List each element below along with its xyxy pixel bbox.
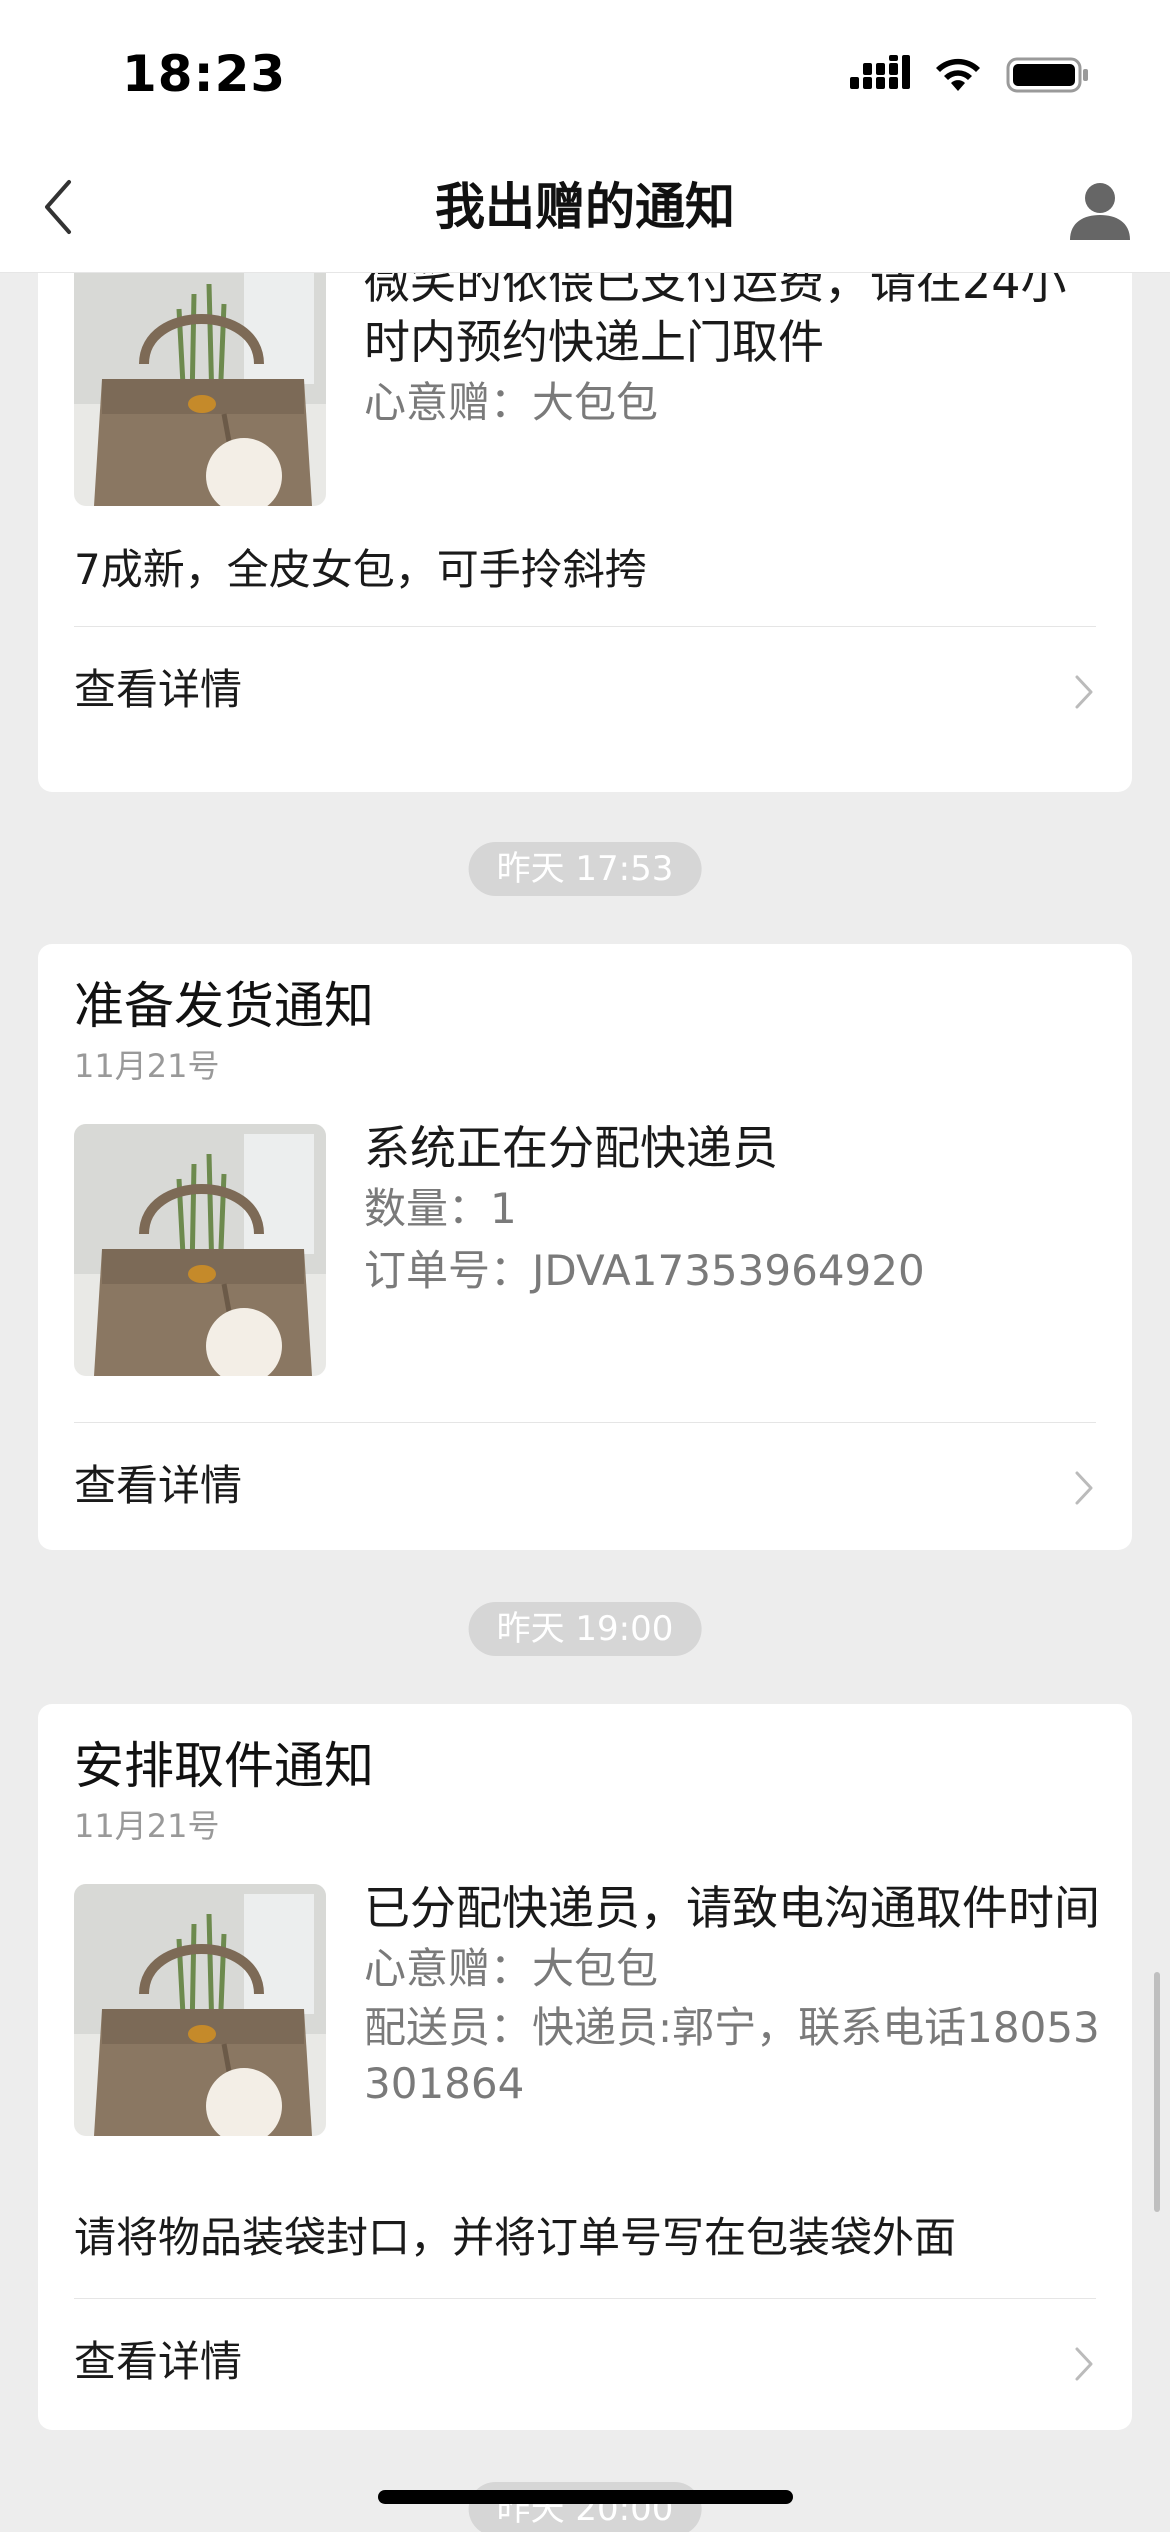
page-title: 我出赠的通知 [435, 178, 735, 236]
view-details-label: 查看详情 [74, 1461, 243, 1510]
nav-bar: 我出赠的通知 [0, 150, 1170, 273]
view-details-label: 查看详情 [74, 665, 243, 714]
status-bar: 18:23 [0, 0, 1170, 150]
profile-button[interactable] [1060, 170, 1140, 250]
info-sub-quantity: 数量：1 [364, 1184, 517, 1233]
home-indicator[interactable] [378, 2490, 793, 2504]
chevron-right-icon [1075, 1471, 1093, 1505]
card-date: 11月21号 [74, 1047, 220, 1085]
card-date: 11月21号 [74, 1807, 220, 1845]
divider [74, 626, 1096, 627]
notification-card: 安排取件通知 11月21号 已分配快递员，请致电沟通取件时间 心意赠：大包包 配… [38, 1704, 1132, 2430]
info-sub-order-number: 订单号：JDVA17353964920 [364, 1246, 925, 1295]
card-info: 已分配快递员，请致电沟通取件时间 心意赠：大包包 配送员：快递员:郭宁，联系电话… [364, 1878, 1104, 2112]
chevron-right-icon [1075, 675, 1093, 709]
card-description: 7成新，全皮女包，可手拎斜挎 [74, 545, 647, 594]
status-icons [850, 55, 1090, 95]
info-main: 微笑的依偎已支付运费，请在24小时内预约快递上门取件 [364, 272, 1067, 369]
view-details-button[interactable]: 查看详情 [74, 1438, 1096, 1538]
card-title: 准备发货通知 [74, 977, 374, 1035]
signal-icon [850, 55, 910, 89]
person-icon [1070, 183, 1130, 240]
handbag-photo [74, 272, 326, 506]
info-sub: 心意赠：大包包 [364, 378, 659, 427]
wifi-icon [936, 58, 980, 91]
info-main: 已分配快递员，请致电沟通取件时间 [364, 1881, 1100, 1935]
notification-card: 微笑的依偎已支付运费，请在24小时内预约快递上门取件 心意赠：大包包 7成新，全… [38, 272, 1132, 792]
status-time: 18:23 [122, 45, 287, 103]
card-info: 微笑的依偎已支付运费，请在24小时内预约快递上门取件 心意赠：大包包 [364, 272, 1104, 434]
view-details-button[interactable]: 查看详情 [74, 2314, 1096, 2414]
view-details-label: 查看详情 [74, 2337, 243, 2386]
handbag-photo [74, 1884, 326, 2136]
card-title: 安排取件通知 [74, 1737, 374, 1795]
chevron-right-icon [1075, 2347, 1093, 2381]
info-sub-gift: 心意赠：大包包 [364, 1944, 659, 1993]
notification-card: 准备发货通知 11月21号 系统正在分配快递员 数量：1 订单号：JDVA173… [38, 944, 1132, 1550]
timestamp-pill: 昨天 19:00 [468, 1602, 702, 1656]
card-description: 请将物品装袋封口，并将订单号写在包装袋外面 [74, 2213, 957, 2262]
view-details-button[interactable]: 查看详情 [74, 642, 1096, 742]
handbag-photo [74, 1124, 326, 1376]
notification-list[interactable]: 微笑的依偎已支付运费，请在24小时内预约快递上门取件 心意赠：大包包 7成新，全… [0, 272, 1170, 2532]
timestamp-pill: 昨天 17:53 [468, 842, 702, 896]
scrollbar[interactable] [1154, 1972, 1160, 2212]
divider [74, 1422, 1096, 1423]
card-info: 系统正在分配快递员 数量：1 订单号：JDVA17353964920 [364, 1118, 1104, 1302]
divider [74, 2298, 1096, 2299]
info-main: 系统正在分配快递员 [364, 1121, 778, 1175]
info-sub-courier: 配送员：快递员:郭宁，联系电话18053301864 [364, 2003, 1100, 2108]
battery-icon [1006, 57, 1088, 93]
